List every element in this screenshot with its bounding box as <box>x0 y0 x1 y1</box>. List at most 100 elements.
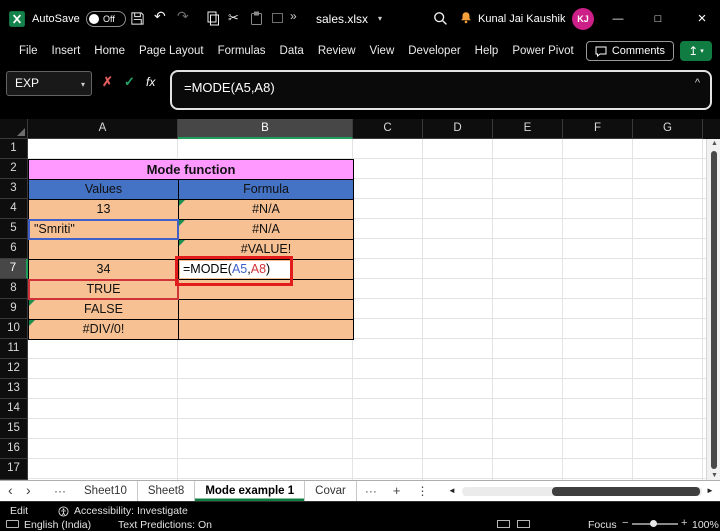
expand-formula-bar-icon[interactable]: ^ <box>695 77 700 89</box>
user-name[interactable]: Kunal Jai Kaushik <box>478 13 565 25</box>
cell-b5[interactable]: #N/A <box>178 219 354 240</box>
menu-item-view[interactable]: View <box>363 45 402 57</box>
document-title[interactable]: sales.xlsx <box>316 12 368 26</box>
add-sheet-button[interactable]: + <box>385 481 409 501</box>
paste-button[interactable] <box>250 11 263 26</box>
title-dropdown-icon[interactable]: ▾ <box>378 14 382 23</box>
row-header-7[interactable]: 7 <box>0 259 28 279</box>
column-header-c[interactable]: C <box>353 119 423 139</box>
tab-scroll-right-icon[interactable]: › <box>26 482 31 498</box>
row-header-16[interactable]: 16 <box>0 439 28 459</box>
row-header-13[interactable]: 13 <box>0 379 28 399</box>
menu-item-data[interactable]: Data <box>273 45 311 57</box>
column-header-a[interactable]: A <box>28 119 178 139</box>
formula-input[interactable]: =MODE(A5,A8) ^ <box>170 70 712 110</box>
column-header-e[interactable]: E <box>493 119 563 139</box>
cell-b6[interactable]: #VALUE! <box>178 239 354 260</box>
select-all-corner[interactable] <box>0 119 28 139</box>
row-header-9[interactable]: 9 <box>0 299 28 319</box>
scroll-up-icon[interactable]: ▲ <box>711 140 718 147</box>
sheet-tab-covar[interactable]: Covar <box>305 481 357 501</box>
menu-item-help[interactable]: Help <box>468 45 506 57</box>
tab-scroll-left-icon[interactable]: ‹ <box>8 482 13 498</box>
row-header-17[interactable]: 17 <box>0 459 28 480</box>
name-box-dropdown-icon[interactable]: ▾ <box>81 73 85 96</box>
cell-a9[interactable]: FALSE <box>28 299 179 320</box>
accessibility-status[interactable]: Accessibility: Investigate <box>74 505 188 517</box>
vertical-scrollbar[interactable]: ▲ ▼ <box>706 139 720 480</box>
hscroll-left-icon[interactable]: ◄ <box>448 486 456 495</box>
cell-b4[interactable]: #N/A <box>178 199 354 220</box>
language-status[interactable]: English (India) <box>24 519 91 531</box>
insert-function-icon[interactable]: fx <box>146 75 155 89</box>
page-layout-view-icon[interactable] <box>517 520 530 528</box>
minimize-button[interactable]: — <box>600 0 636 38</box>
comments-button[interactable]: Comments <box>586 41 674 61</box>
copy-button[interactable] <box>206 11 220 26</box>
text-predictions-status[interactable]: Text Predictions: On <box>118 519 212 531</box>
row-header-6[interactable]: 6 <box>0 239 28 259</box>
menu-item-file[interactable]: File <box>12 45 45 57</box>
cell-a3[interactable]: Values <box>28 179 179 200</box>
row-header-3[interactable]: 3 <box>0 179 28 199</box>
menu-item-developer[interactable]: Developer <box>401 45 467 57</box>
hidden-sheets-left-icon[interactable]: ··· <box>46 481 74 501</box>
name-box[interactable]: EXP ▾ <box>6 71 92 96</box>
menu-item-page-layout[interactable]: Page Layout <box>132 45 211 57</box>
zoom-level[interactable]: 100% <box>692 519 719 531</box>
row-header-15[interactable]: 15 <box>0 419 28 439</box>
cut-button[interactable]: ✂ <box>228 10 239 26</box>
hscroll-right-icon[interactable]: ► <box>706 486 714 495</box>
cell-a5[interactable]: "Smriti" <box>28 219 179 240</box>
cell-a6[interactable] <box>28 239 179 260</box>
row-header-11[interactable]: 11 <box>0 339 28 359</box>
row-header-14[interactable]: 14 <box>0 399 28 419</box>
row-header-8[interactable]: 8 <box>0 279 28 299</box>
tab-options-kebab-icon[interactable]: ⋮ <box>408 481 436 501</box>
menu-item-power-pivot[interactable]: Power Pivot <box>505 45 580 57</box>
row-header-2[interactable]: 2 <box>0 159 28 179</box>
menu-item-home[interactable]: Home <box>87 45 132 57</box>
menu-item-review[interactable]: Review <box>311 45 363 57</box>
vertical-scroll-thumb[interactable] <box>711 151 717 469</box>
avatar[interactable]: KJ <box>572 8 594 30</box>
format-painter-button[interactable] <box>272 13 283 23</box>
focus-button[interactable]: Focus <box>588 519 617 531</box>
hidden-sheets-right-icon[interactable]: ··· <box>357 481 385 501</box>
close-button[interactable]: × <box>684 0 720 38</box>
normal-view-icon[interactable] <box>497 520 510 528</box>
share-button[interactable]: ↥ ▾ <box>680 41 712 61</box>
cell-a2-title[interactable]: Mode function <box>28 159 354 180</box>
save-button[interactable] <box>130 11 145 26</box>
cell-a7[interactable]: 34 <box>28 259 179 280</box>
cancel-icon[interactable]: ✗ <box>102 74 113 90</box>
cell-a10[interactable]: #DIV/0! <box>28 319 179 340</box>
sheet-tab-sheet8[interactable]: Sheet8 <box>138 481 195 501</box>
column-header-f[interactable]: F <box>563 119 633 139</box>
zoom-in-icon[interactable]: + <box>681 517 687 529</box>
row-header-4[interactable]: 4 <box>0 199 28 219</box>
maximize-button[interactable]: □ <box>640 0 676 38</box>
scroll-down-icon[interactable]: ▼ <box>711 472 718 479</box>
column-header-g[interactable]: G <box>633 119 703 139</box>
enter-check-icon[interactable]: ✓ <box>124 74 135 90</box>
menu-item-insert[interactable]: Insert <box>45 45 88 57</box>
zoom-out-icon[interactable]: − <box>622 517 628 529</box>
row-header-5[interactable]: 5 <box>0 219 28 239</box>
sheet-tab-sheet10[interactable]: Sheet10 <box>74 481 138 501</box>
menu-item-formulas[interactable]: Formulas <box>211 45 273 57</box>
undo-button[interactable]: ↶ <box>154 8 166 25</box>
column-header-d[interactable]: D <box>423 119 493 139</box>
row-header-12[interactable]: 12 <box>0 359 28 379</box>
row-header-10[interactable]: 10 <box>0 319 28 339</box>
cell-a4[interactable]: 13 <box>28 199 179 220</box>
cell-a8[interactable]: TRUE <box>28 279 179 300</box>
search-button[interactable] <box>433 11 448 26</box>
cell-b10[interactable] <box>178 319 354 340</box>
horizontal-scroll-thumb[interactable] <box>552 487 700 496</box>
redo-button[interactable]: ↷ <box>177 8 189 25</box>
cell-b8[interactable] <box>178 279 354 300</box>
column-header-b[interactable]: B <box>178 119 353 139</box>
notification-bell-icon[interactable] <box>459 10 473 25</box>
cell-b3[interactable]: Formula <box>178 179 354 200</box>
